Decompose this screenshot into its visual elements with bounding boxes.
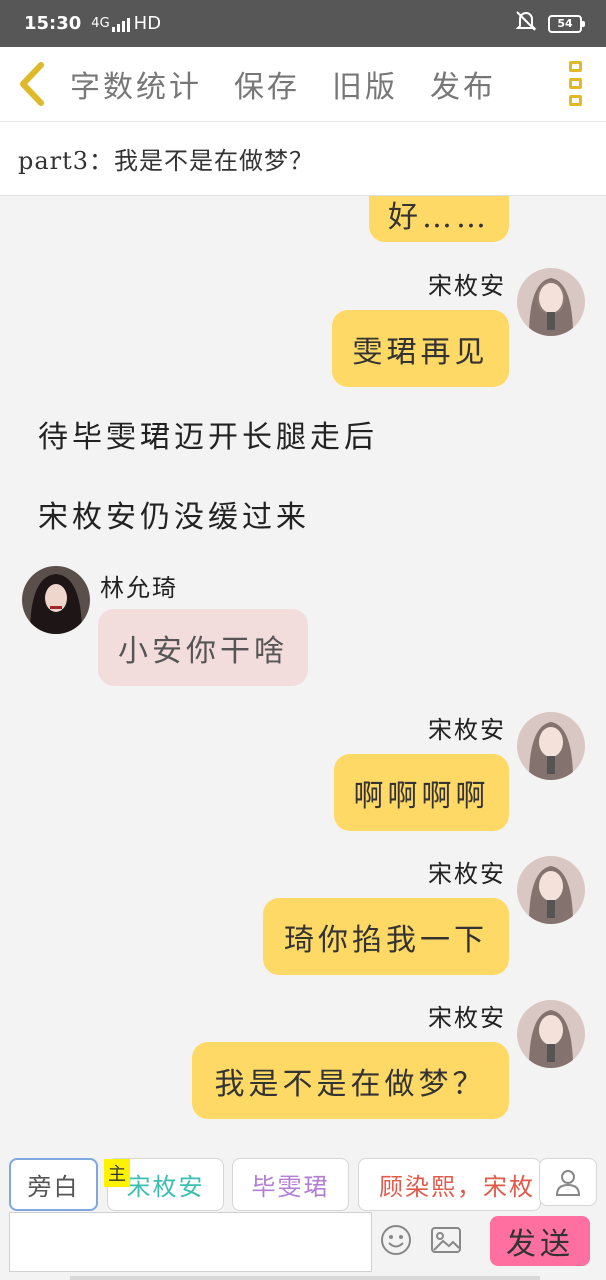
message-bubble[interactable]: 啊啊啊啊 xyxy=(334,754,509,831)
sender-name: 宋枚安 xyxy=(428,860,506,888)
editor-top-bar: 字数统计 保存 旧版 发布 xyxy=(0,47,606,122)
sender-name: 宋枚安 xyxy=(428,1004,506,1032)
status-time: 15:30 xyxy=(24,13,82,34)
role-label: 旁白 xyxy=(27,1173,80,1201)
narration-text[interactable]: 宋枚安仍没缓过来 xyxy=(38,492,310,536)
avatar-songmeian[interactable] xyxy=(517,268,585,336)
network-type: 4G xyxy=(91,16,110,31)
message-bubble[interactable]: 琦你掐我一下 xyxy=(263,898,509,975)
hd-label: HD xyxy=(133,13,162,34)
narration-text[interactable]: 待毕雯珺迈开长腿走后 xyxy=(38,412,378,456)
sender-name: 林允琦 xyxy=(100,574,178,602)
home-indicator xyxy=(70,1276,540,1280)
message-bubble[interactable]: 我是不是在做梦？ xyxy=(192,1042,509,1119)
send-button[interactable]: 发送 xyxy=(490,1216,590,1266)
message-bubble[interactable]: 小安你干啥 xyxy=(98,609,308,686)
sender-name: 宋枚安 xyxy=(428,272,506,300)
role-group-button[interactable]: 顾染熙，宋枚 xyxy=(358,1158,541,1211)
back-button[interactable] xyxy=(0,47,62,122)
input-panel: 旁白 主 宋枚安 毕雯珺 顾染熙，宋枚 发送 xyxy=(0,1138,606,1280)
image-icon[interactable] xyxy=(430,1226,462,1258)
message-bubble[interactable]: 好…… xyxy=(369,196,509,242)
avatar-songmeian[interactable] xyxy=(517,1000,585,1068)
role-narrator-button[interactable]: 旁白 xyxy=(9,1158,98,1211)
message-input[interactable] xyxy=(9,1212,372,1272)
mute-icon xyxy=(514,10,538,37)
role-biwenjun-button[interactable]: 毕雯珺 xyxy=(232,1158,349,1211)
word-count-button[interactable]: 字数统计 xyxy=(70,62,202,106)
status-bar: 15:30 4G HD 54 xyxy=(0,0,606,47)
role-label: 毕雯珺 xyxy=(251,1173,330,1201)
sender-name: 宋枚安 xyxy=(428,716,506,744)
publish-button[interactable]: 发布 xyxy=(430,62,496,106)
role-label: 顾染熙，宋枚 xyxy=(379,1173,535,1201)
avatar-songmeian[interactable] xyxy=(517,856,585,924)
user-icon[interactable] xyxy=(539,1158,597,1206)
chapter-title[interactable]: part3：我是不是在做梦？ xyxy=(0,122,606,196)
signal-icon xyxy=(111,16,130,32)
battery-icon: 54 xyxy=(548,14,585,33)
avatar-songmeian[interactable] xyxy=(517,712,585,780)
chat-area[interactable]: 好…… 宋枚安 雯珺再见 待毕雯珺迈开长腿走后 宋枚安仍没缓过来 林允琦 小安你… xyxy=(0,196,606,1138)
message-bubble[interactable]: 雯珺再见 xyxy=(332,310,509,387)
main-character-tag: 主 xyxy=(104,1159,130,1187)
more-options-icon[interactable] xyxy=(569,61,582,106)
avatar-linyunqi[interactable] xyxy=(22,566,90,634)
role-label: 宋枚安 xyxy=(126,1173,205,1201)
emoji-icon[interactable] xyxy=(380,1224,412,1260)
save-button[interactable]: 保存 xyxy=(234,62,300,106)
old-version-button[interactable]: 旧版 xyxy=(332,62,398,106)
chevron-left-icon xyxy=(20,62,44,106)
role-selector: 旁白 主 宋枚安 毕雯珺 顾染熙，宋枚 xyxy=(0,1138,606,1211)
